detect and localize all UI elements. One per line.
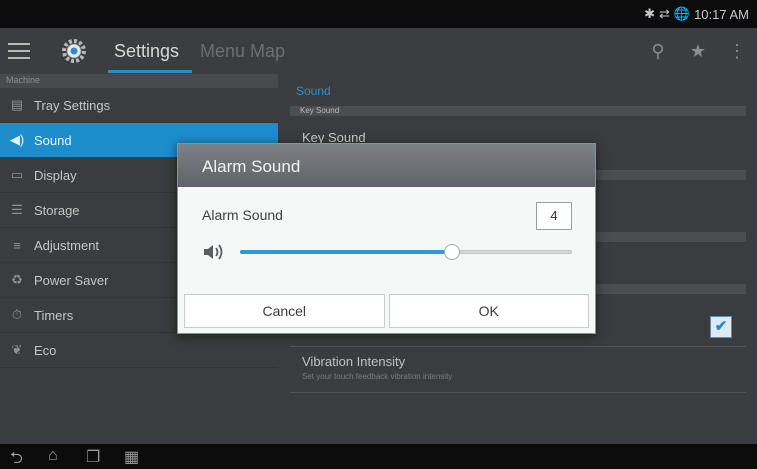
sliders-icon: ≡ xyxy=(13,237,21,253)
search-icon[interactable]: ⚲ xyxy=(646,39,670,63)
volume-slider[interactable] xyxy=(240,244,572,260)
sidebar-item-label: Sound xyxy=(34,132,72,148)
row-divider xyxy=(290,346,746,347)
star-icon[interactable]: ★ xyxy=(686,39,710,63)
tab-settings[interactable]: Settings xyxy=(114,41,179,62)
monitor-icon: ▭ xyxy=(10,167,24,182)
vibration-intensity-title[interactable]: Vibration Intensity xyxy=(302,354,405,369)
bluetooth-icon: ✱ xyxy=(644,6,655,21)
action-bar: Settings Menu Map ⚲ ★ ⋮ xyxy=(0,28,757,74)
sidebar-item-label: Eco xyxy=(34,342,57,358)
dialog-buttons: Cancel OK xyxy=(184,294,589,328)
sidebar-item-eco[interactable]: ❦ Eco xyxy=(0,333,278,368)
speaker-icon: ◀) xyxy=(9,132,25,147)
sidebar-item-label: Power Saver xyxy=(34,272,109,288)
network-icon: ⇄ xyxy=(658,6,670,21)
slider-thumb[interactable] xyxy=(444,244,461,260)
dialog-title: Alarm Sound xyxy=(178,144,595,187)
leaf-icon: ❦ xyxy=(11,342,23,357)
speaker-icon xyxy=(204,244,223,260)
system-nav-bar: ⮌ ⌂ ❐ ▦ xyxy=(0,444,757,469)
status-icons: ✱ ⇄ 🌐 10:17 AM xyxy=(644,6,749,22)
section-title: Sound xyxy=(296,84,331,98)
setting-checkbox[interactable]: ✔ xyxy=(710,316,732,338)
overflow-menu-icon[interactable]: ⋮ xyxy=(725,39,749,63)
hamburger-menu-icon[interactable] xyxy=(8,38,30,64)
row-divider xyxy=(290,392,746,393)
status-bar: ✱ ⇄ 🌐 10:17 AM xyxy=(0,0,757,28)
dialog-label: Alarm Sound xyxy=(202,207,283,223)
alarm-sound-dialog: Alarm Sound Alarm Sound 4 Cancel OK xyxy=(177,143,596,334)
home-icon[interactable]: ⌂ xyxy=(48,447,58,465)
sidebar-item-label: Timers xyxy=(34,307,74,323)
volume-value-field[interactable]: 4 xyxy=(536,202,572,230)
slider-fill xyxy=(240,250,453,254)
vibration-intensity-desc: Set your touch feedback vibration intens… xyxy=(302,372,453,381)
ok-button[interactable]: OK xyxy=(388,294,589,328)
active-tab-indicator xyxy=(108,70,192,73)
sidebar-item-label: Storage xyxy=(34,202,80,218)
recent-apps-icon[interactable]: ❐ xyxy=(86,447,100,467)
subheader-key-sound: Key Sound xyxy=(290,106,746,116)
cancel-button[interactable]: Cancel xyxy=(184,294,385,328)
sidebar-item-label: Display xyxy=(34,167,77,183)
tray-icon: ▤ xyxy=(10,97,24,112)
settings-gear-icon xyxy=(62,39,86,63)
back-icon[interactable]: ⮌ xyxy=(10,447,23,469)
database-icon: ☰ xyxy=(11,202,23,217)
sidebar-item-label: Adjustment xyxy=(34,237,100,253)
status-time: 10:17 AM xyxy=(694,6,749,22)
globe-icon: 🌐 xyxy=(673,6,691,21)
apps-grid-icon[interactable]: ▦ xyxy=(124,447,139,467)
sidebar-header: Machine xyxy=(0,74,278,88)
sidebar-item-label: Tray Settings xyxy=(34,97,111,113)
recycle-icon: ♻ xyxy=(11,272,23,287)
sidebar-item-tray-settings[interactable]: ▤ Tray Settings xyxy=(0,88,278,123)
tab-menu-map[interactable]: Menu Map xyxy=(200,41,285,62)
timer-icon: ⏱ xyxy=(11,307,23,322)
